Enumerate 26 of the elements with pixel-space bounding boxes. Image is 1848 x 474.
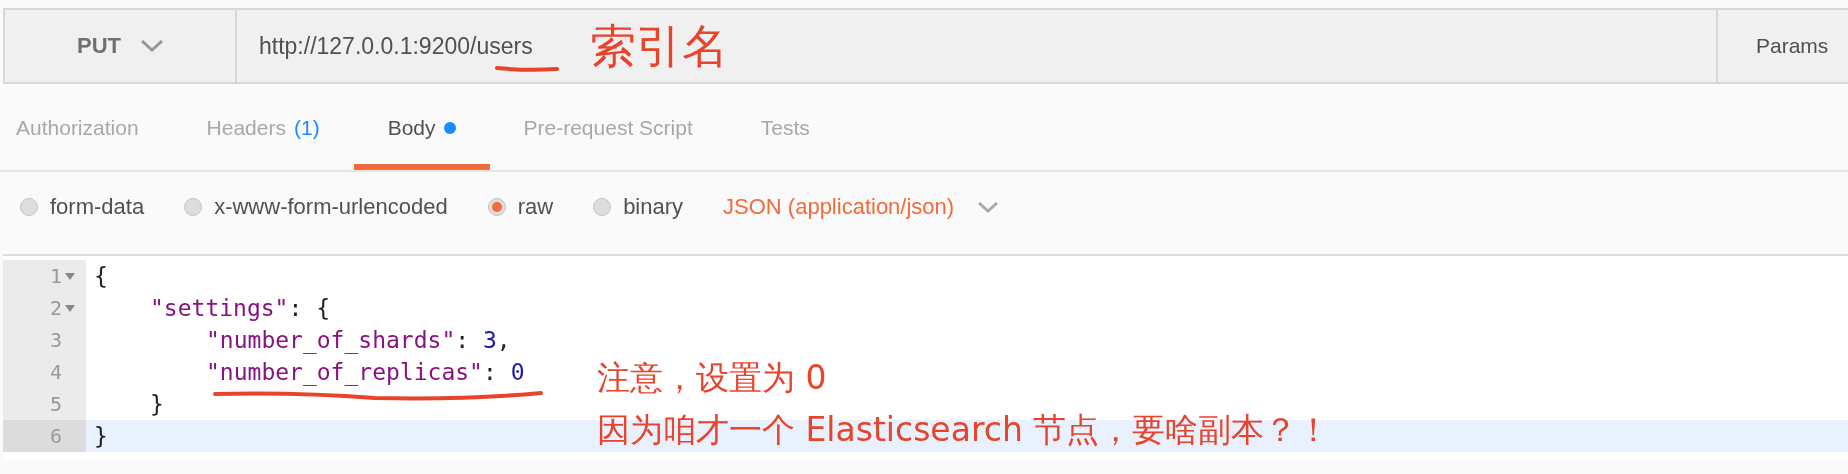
code-text: { bbox=[93, 262, 108, 291]
body-type-radio[interactable]: form-data bbox=[20, 194, 145, 220]
fold-caret-icon[interactable] bbox=[65, 304, 75, 312]
line-number: 2 bbox=[48, 296, 62, 320]
code-text: "number_of_shards": 3, bbox=[205, 326, 511, 356]
annotation-label: 索引名 bbox=[590, 18, 728, 75]
chevron-down-icon bbox=[978, 201, 999, 213]
code-editor[interactable]: 1 { 2 "settings": { 3 "number_of_shards": 3, 4 "number_of_replicas": 0 5 } 6 } 注意，设置为 0 因为咱才一个 Elasticsearch 节点，要啥副本？！ bbox=[3, 254, 1848, 460]
line-number: 1 bbox=[48, 264, 62, 288]
line-number: 4 bbox=[48, 360, 62, 384]
body-type-radio[interactable]: x-www-form-urlencoded bbox=[184, 194, 448, 220]
underline-mark bbox=[495, 64, 559, 74]
code-text: } bbox=[149, 390, 164, 419]
url-field[interactable]: http://127.0.0.1:9200/users bbox=[259, 32, 533, 60]
body-type-radio[interactable]: binary bbox=[593, 194, 684, 220]
code-text: } bbox=[93, 422, 108, 451]
fold-caret-icon[interactable] bbox=[65, 272, 75, 280]
code-text: "settings": { bbox=[149, 294, 331, 323]
line-number: 6 bbox=[48, 424, 62, 448]
code-text: "number_of_replicas": 0 bbox=[205, 358, 525, 388]
body-type-radio[interactable]: raw bbox=[487, 194, 554, 220]
line-number: 3 bbox=[48, 328, 62, 352]
annotation-note: 注意，设置为 0 因为咱才一个 Elasticsearch 节点，要啥副本？！ bbox=[597, 357, 1331, 451]
request-tab[interactable]: Body bbox=[353, 92, 490, 170]
line-number: 5 bbox=[48, 392, 62, 416]
chevron-down-icon bbox=[141, 40, 163, 52]
